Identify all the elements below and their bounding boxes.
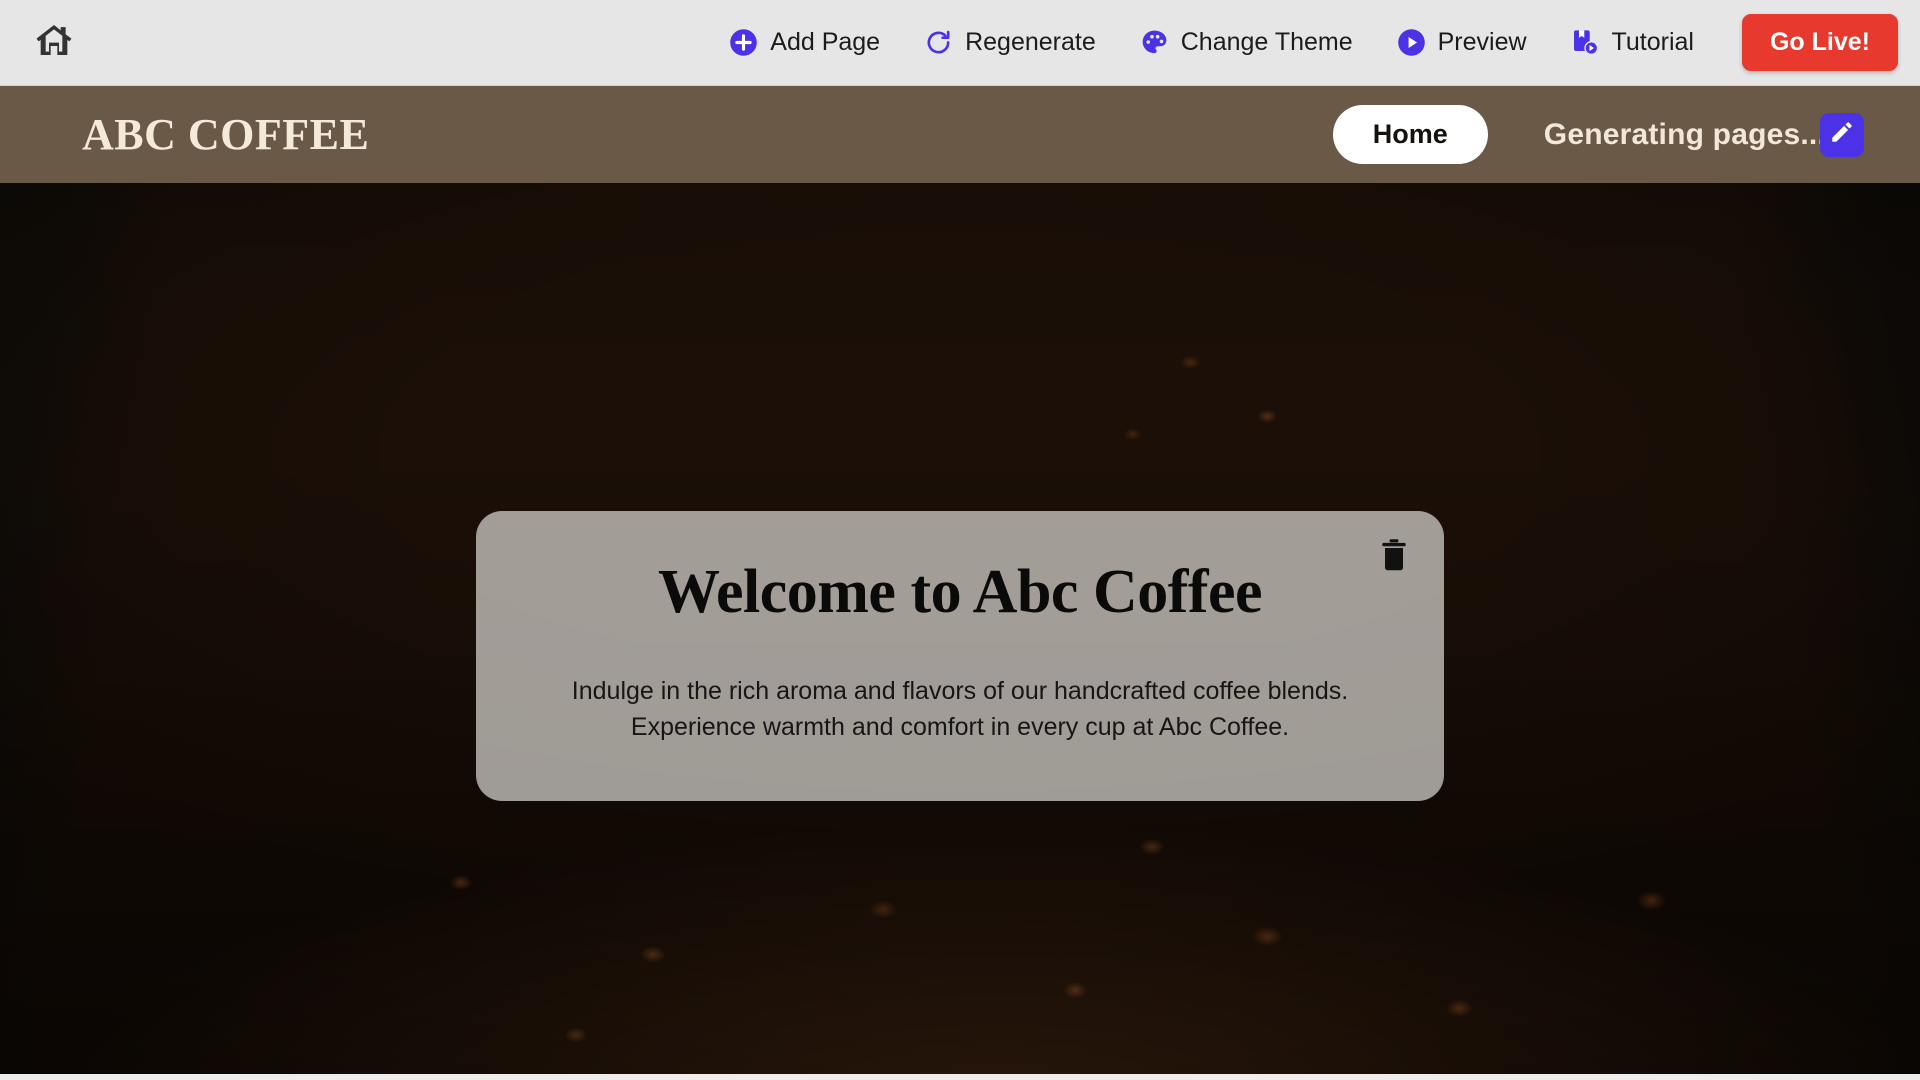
hero-section: Welcome to Abc Coffee Indulge in the ric… (0, 183, 1920, 1080)
regenerate-button[interactable]: Regenerate (902, 20, 1118, 65)
edit-pages-button[interactable] (1820, 112, 1864, 157)
change-theme-button[interactable]: Change Theme (1118, 20, 1375, 65)
change-theme-label: Change Theme (1180, 28, 1353, 56)
hero-subtitle: Indulge in the rich aroma and flavors of… (572, 674, 1348, 745)
tutorial-label: Tutorial (1611, 28, 1694, 56)
hero-text-card[interactable]: Welcome to Abc Coffee Indulge in the ric… (476, 511, 1444, 801)
regenerate-label: Regenerate (965, 28, 1096, 56)
preview-label: Preview (1437, 28, 1527, 56)
site-navbar: ABC COFFEE Home Generating pages... (0, 86, 1920, 183)
plus-circle-icon (729, 28, 758, 57)
trash-icon (1379, 538, 1409, 577)
palette-icon (1140, 28, 1169, 57)
add-page-label: Add Page (770, 28, 881, 56)
tutorial-book-icon (1571, 28, 1600, 57)
hero-subtitle-line-1: Indulge in the rich aroma and flavors of… (571, 677, 1349, 705)
editor-toolbar: Add Page Regenerate Change Theme Preview… (0, 0, 1920, 86)
go-live-button[interactable]: Go Live! (1741, 14, 1898, 71)
site-brand-logo: ABC COFFEE (82, 110, 370, 159)
refresh-icon (924, 28, 953, 57)
hero-subtitle-line-2: Experience warmth and comfort in every c… (630, 712, 1290, 741)
nav-right-group: Home Generating pages... (1332, 105, 1864, 164)
tutorial-button[interactable]: Tutorial (1549, 20, 1716, 65)
preview-button[interactable]: Preview (1375, 20, 1549, 65)
add-page-button[interactable]: Add Page (707, 20, 902, 65)
home-button[interactable] (26, 15, 82, 71)
home-icon (34, 20, 74, 65)
delete-section-button[interactable] (1374, 535, 1414, 579)
hero-title: Welcome to Abc Coffee (657, 558, 1263, 626)
play-circle-icon (1397, 28, 1426, 57)
nav-item-home[interactable]: Home (1332, 105, 1488, 164)
bottom-edge-strip (0, 1074, 1920, 1080)
pencil-icon (1829, 119, 1855, 150)
generating-status-text: Generating pages... (1543, 117, 1826, 151)
toolbar-actions: Add Page Regenerate Change Theme Preview… (707, 14, 1898, 71)
